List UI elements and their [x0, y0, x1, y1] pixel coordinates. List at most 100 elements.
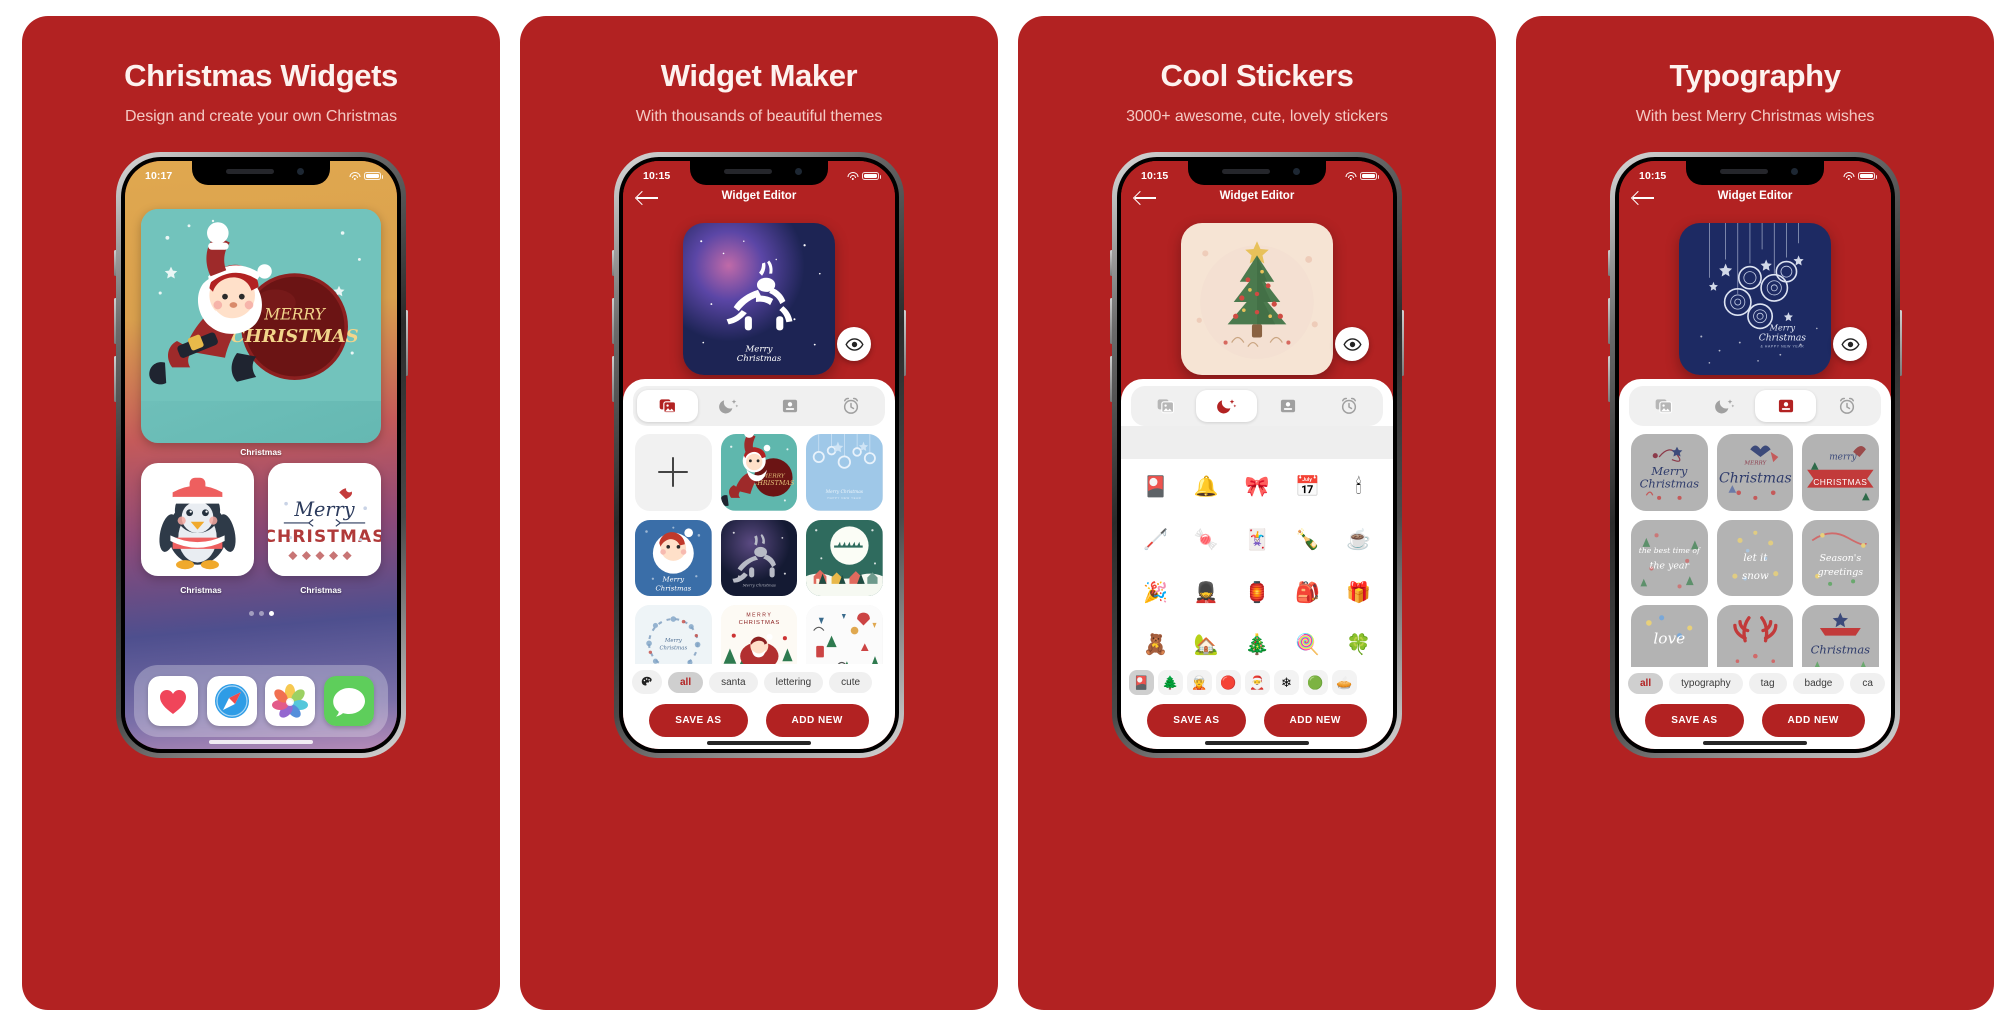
sticker-gift-box[interactable]: 🎁: [1334, 568, 1383, 617]
tab-card[interactable]: [1755, 390, 1816, 422]
tab-night[interactable]: [1694, 390, 1755, 422]
tab-card[interactable]: [759, 390, 820, 422]
cat-elf[interactable]: 🧝: [1187, 670, 1212, 695]
sticker-red-bow[interactable]: 🎀: [1233, 463, 1282, 512]
theme-filter-chips[interactable]: all santa lettering cute: [623, 664, 895, 698]
tab-alarm[interactable]: [820, 390, 881, 422]
typo-seasons-greetings[interactable]: Season's greetings: [1802, 519, 1879, 597]
theme-wreath-light[interactable]: Merry Christmas: [635, 605, 712, 664]
tab-card[interactable]: [1257, 390, 1318, 422]
typography-filter-chips[interactable]: all typography tag badge ca: [1619, 667, 1891, 698]
theme-santa-blue[interactable]: Merry Christmas: [635, 519, 712, 597]
cat-wreath[interactable]: 🟢: [1303, 670, 1328, 695]
small-widget-penguin[interactable]: [141, 463, 254, 576]
panel-cool-stickers: Cool Stickers 3000+ awesome, cute, lovel…: [1018, 16, 1496, 1010]
chip-badge[interactable]: badge: [1792, 673, 1845, 694]
widget-preview[interactable]: Merry Christmas & HAPPY NEW YEAR: [1679, 223, 1831, 375]
save-as-button[interactable]: SAVE AS: [1147, 704, 1246, 737]
sticker-snowy-tree[interactable]: 🎄: [1233, 621, 1282, 665]
sticker-champagne-glasses[interactable]: 🍾: [1283, 515, 1332, 564]
sticker-christmas-cracker[interactable]: 🍬: [1182, 515, 1231, 564]
tab-backgrounds[interactable]: [1135, 390, 1196, 422]
chip-all[interactable]: all: [668, 671, 704, 693]
sticker-grid-spacer: [1121, 426, 1393, 459]
sticker-snow-house-tree[interactable]: 🏡: [1182, 621, 1231, 665]
save-as-button[interactable]: SAVE AS: [1645, 704, 1744, 737]
health-app-icon[interactable]: [148, 676, 199, 726]
preview-eye-button[interactable]: [1335, 327, 1369, 361]
tab-backgrounds[interactable]: [1633, 390, 1694, 422]
save-as-button[interactable]: SAVE AS: [649, 704, 748, 737]
cat-ornament[interactable]: 🎴: [1129, 670, 1154, 695]
typo-red-antlers[interactable]: [1716, 605, 1794, 667]
page-dots[interactable]: [125, 611, 397, 616]
widget-preview[interactable]: Merry Christmas: [683, 223, 835, 375]
sticker-nutcrackers[interactable]: 💂: [1182, 568, 1231, 617]
sticker-christmas-bell[interactable]: 🔔: [1182, 463, 1231, 512]
preview-eye-button[interactable]: [837, 327, 871, 361]
tab-alarm[interactable]: [1816, 390, 1877, 422]
theme-blue-baubles[interactable]: Merry Christmas HAPPY NEW YEAR: [806, 434, 883, 511]
sticker-calendar-25[interactable]: 📅: [1283, 463, 1332, 512]
sticker-greeting-card[interactable]: 🃏: [1233, 515, 1282, 564]
typo-merry-christmas-2[interactable]: MERRY Christmas: [1716, 434, 1794, 511]
sticker-grid-scroll[interactable]: 🎴 🔔 🎀 📅 🕯 🦯 🍬 🃏 🍾 ☕ 🎉 💂 🏮 🎒 🎁 🧸 🏡 🎄 🍭 🍀: [1121, 459, 1393, 665]
tab-night[interactable]: [698, 390, 759, 422]
sticker-candle[interactable]: 🕯: [1334, 463, 1383, 512]
typo-merry-christmas-banner[interactable]: merry CHRISTMAS: [1802, 434, 1879, 511]
chip-all[interactable]: all: [1628, 673, 1664, 694]
sticker-category-row[interactable]: 🎴 🌲 🧝 🔴 🎅 ❄ 🟢 🥧: [1121, 665, 1393, 698]
sticker-fireplace[interactable]: 🏮: [1233, 568, 1282, 617]
sticker-holly-wreath[interactable]: 🍀: [1334, 621, 1383, 665]
tab-night[interactable]: [1196, 390, 1257, 422]
phone-mockup: 10:15 Widget Editor: [1110, 152, 1404, 758]
cat-snowflake[interactable]: ❄: [1274, 670, 1299, 695]
safari-app-icon[interactable]: [206, 676, 257, 726]
typo-merry-christmas-1[interactable]: Merry Christmas: [1631, 434, 1708, 511]
theme-add-new[interactable]: [635, 434, 712, 511]
theme-santa-sleigh-red[interactable]: MERRY CHRISTMAS: [720, 605, 798, 664]
add-new-button[interactable]: ADD NEW: [1263, 704, 1367, 737]
chip-typography[interactable]: typography: [1669, 673, 1743, 694]
chip-lettering[interactable]: lettering: [763, 671, 824, 693]
typo-best-time-of-year[interactable]: the best time of the year: [1631, 519, 1708, 597]
cat-tree[interactable]: 🌲: [1158, 670, 1183, 695]
cat-santa[interactable]: 🎅: [1245, 670, 1270, 695]
sticker-gift-sack[interactable]: 🎒: [1283, 568, 1332, 617]
theme-sleigh-village[interactable]: [806, 519, 883, 597]
typo-love[interactable]: love: [1631, 605, 1708, 667]
sticker-ornament-ball[interactable]: 🎴: [1131, 463, 1180, 512]
cat-bauble[interactable]: 🔴: [1216, 670, 1241, 695]
typography-grid-scroll[interactable]: Merry Christmas MERRY Christmas merry CH…: [1619, 426, 1891, 667]
preview-eye-button[interactable]: [1833, 327, 1867, 361]
back-arrow-icon[interactable]: [1135, 190, 1157, 206]
theme-reindeer-dark[interactable]: Merry Christmas: [720, 519, 798, 597]
large-widget-christmas[interactable]: MERRY CHRISTMAS: [141, 209, 381, 443]
sticker-candy-cane[interactable]: 🦯: [1131, 515, 1180, 564]
tab-backgrounds[interactable]: [637, 390, 698, 422]
themes-grid-scroll[interactable]: MERRY CHRISTMAS Merry Christmas HAPPY NE…: [623, 426, 895, 664]
photos-app-icon[interactable]: [265, 676, 316, 726]
typo-let-it-snow[interactable]: let it snow: [1716, 519, 1794, 597]
back-arrow-icon[interactable]: [637, 190, 659, 206]
cat-more[interactable]: 🥧: [1332, 670, 1357, 695]
add-new-button[interactable]: ADD NEW: [1761, 704, 1865, 737]
typo-christmas[interactable]: Christmas: [1802, 605, 1879, 667]
palette-filter-button[interactable]: [632, 670, 662, 694]
add-new-button[interactable]: ADD NEW: [765, 704, 869, 737]
chip-cute[interactable]: cute: [829, 671, 873, 693]
chip-ca[interactable]: ca: [1850, 673, 1885, 694]
chip-santa[interactable]: santa: [709, 671, 758, 693]
theme-santa-teal[interactable]: MERRY CHRISTMAS: [720, 434, 798, 511]
sticker-lollipop-candy[interactable]: 🍭: [1283, 621, 1332, 665]
sticker-hot-cocoa-mug[interactable]: ☕: [1334, 515, 1383, 564]
widget-preview[interactable]: [1181, 223, 1333, 375]
sticker-party-popper[interactable]: 🎉: [1131, 568, 1180, 617]
theme-doodles[interactable]: [806, 605, 883, 664]
small-widget-lettering[interactable]: Merry CHRISTMAS: [268, 463, 381, 576]
tab-alarm[interactable]: [1318, 390, 1379, 422]
back-arrow-icon[interactable]: [1633, 190, 1655, 206]
sticker-gingerbread-man[interactable]: 🧸: [1131, 621, 1180, 665]
chip-tag[interactable]: tag: [1748, 673, 1787, 694]
messages-app-icon[interactable]: [323, 676, 374, 726]
